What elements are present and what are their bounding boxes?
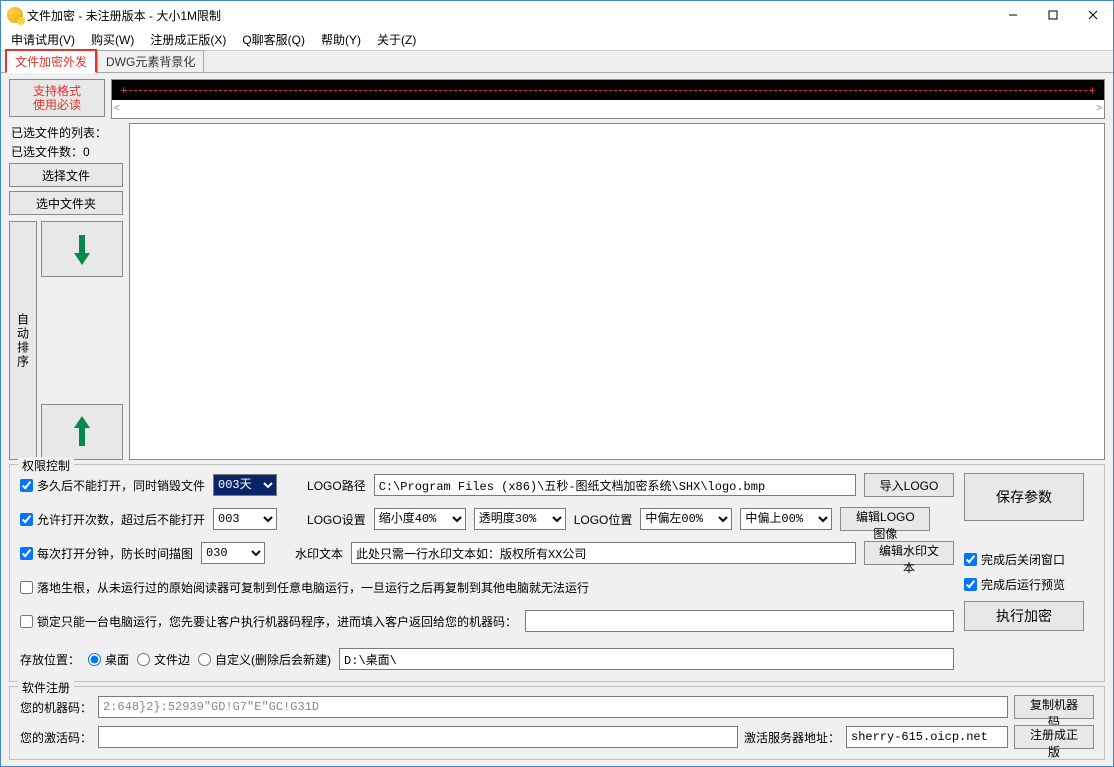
app-icon [7,7,23,23]
register-official-button[interactable]: 注册成正版 [1014,725,1094,749]
location-desktop-radio[interactable]: 桌面 [88,651,129,668]
move-up-button[interactable] [41,404,123,460]
minimize-button[interactable] [993,1,1033,29]
single-pc-lock-checkbox[interactable]: 锁定只能一台电脑运行，您先要让客户执行机器码程序，进而填入客户返回给您的机器码： [20,613,517,630]
machine-code-label: 您的机器码： [20,699,92,716]
watermark-label: 水印文本 [295,545,343,562]
close-after-checkbox[interactable]: 完成后关闭窗口 [964,551,1094,568]
open-count-select[interactable]: 003 [213,508,277,530]
scroll-left-icon[interactable]: < [114,103,120,114]
menu-qchat[interactable]: Q聊客服(Q) [236,29,311,50]
save-location-label: 存放位置： [20,651,80,668]
maximize-button[interactable] [1033,1,1073,29]
activation-code-input[interactable] [98,726,738,748]
logo-pos-v-select[interactable]: 中偏上00% [740,508,832,530]
select-file-button[interactable]: 选择文件 [9,163,123,187]
open-minutes-select[interactable]: 030 [201,542,265,564]
machine-code-display[interactable] [98,696,1008,718]
expire-days-select[interactable]: 003天 [213,474,277,496]
file-count-label: 已选文件数：0 [9,142,123,161]
expire-destroy-checkbox[interactable]: 多久后不能打开，同时销毁文件 [20,477,205,494]
execute-encrypt-button[interactable]: 执行加密 [964,601,1084,631]
titlebar: 文件加密 - 未注册版本 - 大小1M限制 [1,1,1113,29]
scroll-right-icon[interactable]: > [1096,103,1102,114]
move-down-button[interactable] [41,221,123,277]
activation-code-label: 您的激活码： [20,729,92,746]
software-register-group: 软件注册 您的机器码： 复制机器码 您的激活码： 激活服务器地址： 注册成正版 [9,686,1105,760]
tabbar: 文件加密外发 DWG元素背景化 [1,51,1113,73]
permission-control-group: 权限控制 多久后不能打开，同时销毁文件 003天 LOGO路径 导入LOGO 允… [9,464,1105,682]
server-address-label: 激活服务器地址： [744,729,840,746]
edit-logo-button[interactable]: 编辑LOGO图像 [840,507,930,531]
tab-encrypt-send[interactable]: 文件加密外发 [5,49,97,73]
tab-dwg-bg[interactable]: DWG元素背景化 [97,50,204,72]
file-list-label: 已选文件的列表： [9,123,123,142]
logo-path-input[interactable] [374,474,856,496]
save-params-button[interactable]: 保存参数 [964,473,1084,521]
menubar: 申请试用(V) 购买(W) 注册成正版(X) Q聊客服(Q) 帮助(Y) 关于(… [1,29,1113,51]
supported-formats-button[interactable]: 支持格式 使用必读 [9,79,105,117]
logo-path-label: LOGO路径 [307,477,366,494]
location-custom-radio[interactable]: 自定义(删除后会新建) [198,651,331,668]
menu-buy[interactable]: 购买(W) [85,29,140,50]
logo-scale-select[interactable]: 缩小度40% [374,508,466,530]
server-address-input[interactable] [846,726,1008,748]
logo-pos-h-select[interactable]: 中偏左00% [640,508,732,530]
root-lock-checkbox[interactable]: 落地生根，从未运行过的原始阅读器可复制到任意电脑运行，一旦运行之后再复制到其他电… [20,579,589,596]
close-button[interactable] [1073,1,1113,29]
open-minutes-checkbox[interactable]: 每次打开分钟，防长时间描图 [20,545,193,562]
preview-after-checkbox[interactable]: 完成后运行预览 [964,576,1094,593]
auto-sort-button[interactable]: 自动排序 [9,221,37,460]
menu-help[interactable]: 帮助(Y) [315,29,367,50]
select-folder-button[interactable]: 选中文件夹 [9,191,123,215]
machine-code-input[interactable] [525,610,954,632]
menu-register[interactable]: 注册成正版(X) [144,29,232,50]
location-fileside-radio[interactable]: 文件边 [137,651,190,668]
window-title: 文件加密 - 未注册版本 - 大小1M限制 [27,7,993,24]
open-count-checkbox[interactable]: 允许打开次数，超过后不能打开 [20,511,205,528]
menu-about[interactable]: 关于(Z) [371,29,422,50]
logo-position-label: LOGO位置 [574,511,633,528]
copy-machine-code-button[interactable]: 复制机器码 [1014,695,1094,719]
file-list[interactable] [129,123,1105,460]
edit-watermark-button[interactable]: 编辑水印文本 [864,541,954,565]
logo-settings-label: LOGO设置 [307,511,366,528]
marquee: + + < > [111,79,1105,119]
logo-opacity-select[interactable]: 透明度30% [474,508,566,530]
import-logo-button[interactable]: 导入LOGO [864,473,954,497]
watermark-input[interactable] [351,542,856,564]
custom-location-input[interactable] [339,648,954,670]
menu-trial[interactable]: 申请试用(V) [5,29,81,50]
